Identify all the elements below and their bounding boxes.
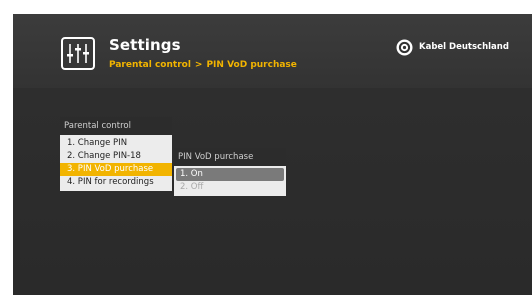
parental-control-menu: Parental control 1. Change PIN 2. Change… bbox=[60, 117, 172, 218]
menu-item-pin-for-recordings[interactable]: 4. PIN for recordings bbox=[63, 176, 169, 189]
breadcrumb-current: PIN VoD purchase bbox=[206, 60, 297, 70]
submenu-title: PIN VoD purchase bbox=[178, 152, 254, 162]
brand-name: Kabel Deutschland bbox=[419, 42, 509, 52]
settings-sliders-icon bbox=[61, 37, 95, 70]
menu-item-change-pin[interactable]: 1. Change PIN bbox=[63, 137, 169, 150]
menu-title: Parental control bbox=[64, 121, 131, 131]
submenu-item-on[interactable]: 1. On bbox=[176, 168, 284, 181]
submenu-list: 1. On 2. Off bbox=[174, 166, 286, 196]
page-title: Settings bbox=[109, 36, 181, 54]
breadcrumb-parent: Parental control bbox=[109, 60, 191, 70]
pin-vod-purchase-submenu: PIN VoD purchase 1. On 2. Off bbox=[174, 148, 286, 218]
menu-item-pin-vod-purchase[interactable]: 3. PIN VoD purchase bbox=[60, 163, 172, 176]
menu-item-change-pin-18[interactable]: 2. Change PIN-18 bbox=[63, 150, 169, 163]
breadcrumb-separator: > bbox=[194, 60, 203, 70]
kabel-deutschland-logo-icon bbox=[396, 39, 413, 55]
submenu-item-off[interactable]: 2. Off bbox=[176, 181, 284, 194]
menu-list: 1. Change PIN 2. Change PIN-18 3. PIN Vo… bbox=[60, 135, 172, 191]
breadcrumb: Parental control > PIN VoD purchase bbox=[109, 60, 297, 70]
header: Settings Parental control > PIN VoD purcha… bbox=[13, 14, 532, 88]
tv-screen: Settings Parental control > PIN VoD purcha… bbox=[13, 14, 532, 295]
brand: Kabel Deutschland bbox=[396, 38, 509, 56]
